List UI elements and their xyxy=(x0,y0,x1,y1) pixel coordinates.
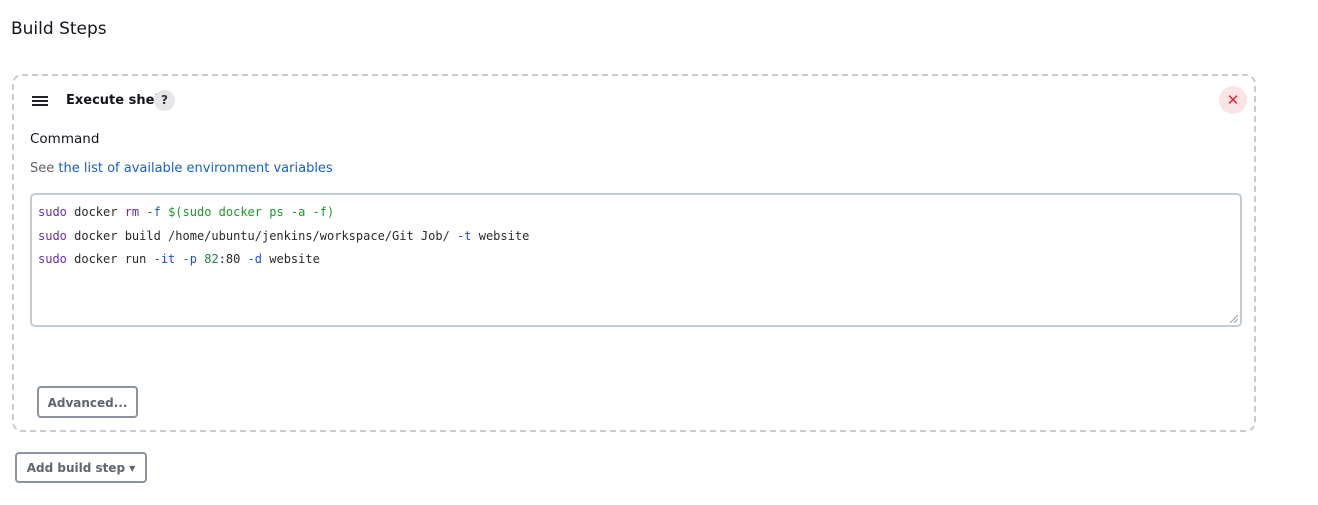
command-line: sudo docker run -it -p 82:80 -d website xyxy=(38,250,1234,274)
env-vars-hint: See the list of available environment va… xyxy=(30,161,333,176)
code-token: -t xyxy=(457,228,472,243)
add-build-step-button[interactable]: Add build step ▼ xyxy=(15,452,147,483)
code-token: -it xyxy=(153,252,176,266)
code-token: sudo xyxy=(38,228,67,243)
code-token: -p xyxy=(182,252,197,266)
code-token: rm xyxy=(124,205,140,219)
code-token: -d xyxy=(247,252,263,266)
code-token: docker xyxy=(66,205,125,219)
env-prefix: See xyxy=(30,161,59,176)
execute-shell-step: Execute shell ? ✕ Command See the list o… xyxy=(12,74,1256,432)
code-token: docker build /home/ubuntu/jenkins/worksp… xyxy=(66,228,458,243)
code-token: 82 xyxy=(204,252,219,266)
hamburger-icon[interactable] xyxy=(32,96,48,108)
code-token: docker run xyxy=(66,252,154,266)
close-step-button[interactable]: ✕ xyxy=(1219,86,1247,114)
help-button[interactable]: ? xyxy=(154,90,175,111)
code-token: sudo xyxy=(38,205,67,219)
command-line: sudo docker rm -f $(sudo docker ps -a -f… xyxy=(38,203,1234,227)
caret-down-icon: ▼ xyxy=(129,464,136,473)
resize-grip-icon[interactable] xyxy=(1230,315,1238,323)
code-token: website xyxy=(471,228,530,243)
command-editor[interactable]: sudo docker rm -f $(sudo docker ps -a -f… xyxy=(30,193,1242,327)
command-label: Command xyxy=(30,131,100,147)
code-token: sudo xyxy=(38,252,67,266)
step-title: Execute shell xyxy=(66,93,164,108)
advanced-button[interactable]: Advanced... xyxy=(37,386,138,418)
section-title: Build Steps xyxy=(11,19,107,39)
code-token: :80 xyxy=(218,252,248,266)
add-build-step-label: Add build step xyxy=(26,461,126,475)
env-vars-link[interactable]: the list of available environment variab… xyxy=(58,161,332,176)
code-token: $(sudo docker ps -a -f) xyxy=(168,205,335,219)
code-token: website xyxy=(262,252,320,266)
code-token: -f xyxy=(146,205,161,219)
command-line: sudo docker build /home/ubuntu/jenkins/w… xyxy=(38,227,1234,251)
